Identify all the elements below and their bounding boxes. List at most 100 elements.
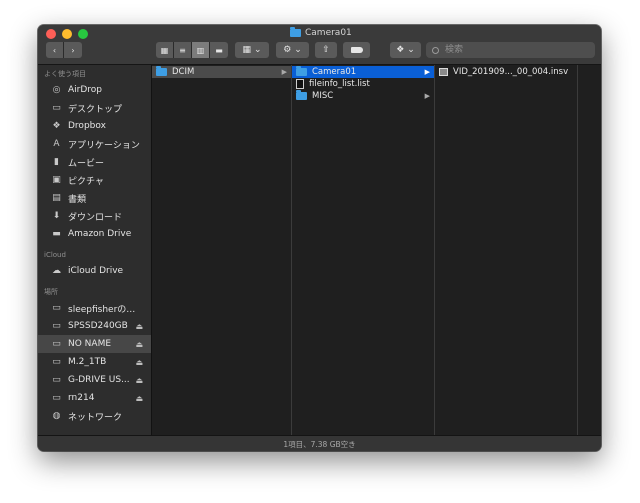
sidebar-item-macbook[interactable]: ▭ sleepfisherのMa... (38, 299, 151, 317)
action-button[interactable]: ⚙ ⌄ (276, 42, 309, 58)
sidebar-item-movies[interactable]: ▮ ムービー (38, 153, 151, 171)
share-icon: ⇧ (322, 45, 330, 55)
browser-column-2: Camera01 ▶ fileinfo_list.list MISC ▶ (292, 65, 435, 435)
gallery-icon: ▬ (215, 45, 223, 55)
title-bar: Camera01 ‹ › ▦ ≡ ▥ ▬ ▦ ⌄ ⚙ ⌄ ⇧ ❖ ⌄ (38, 25, 601, 65)
sidebar-item-desktop[interactable]: ▭ デスクトップ (38, 99, 151, 117)
window-title-text: Camera01 (305, 28, 352, 38)
list-item-camera01[interactable]: Camera01 ▶ (292, 66, 434, 78)
sidebar-item-m2-1tb[interactable]: ▭ M.2_1TB ⏏ (38, 353, 151, 371)
sidebar-item-amazon-drive[interactable]: ▬ Amazon Drive (38, 225, 151, 243)
view-mode-control: ▦ ≡ ▥ ▬ (156, 42, 228, 58)
list-item-misc[interactable]: MISC ▶ (292, 90, 434, 102)
sidebar-item-label: rn214 (68, 393, 95, 403)
folder-icon (156, 66, 167, 76)
search-field[interactable] (426, 42, 595, 58)
sidebar-item-label: デスクトップ (68, 104, 123, 115)
list-view-button[interactable]: ≡ (174, 42, 192, 58)
column-view-button[interactable]: ▥ (192, 42, 210, 58)
list-item-video[interactable]: VID_201909..._00_004.insv (435, 66, 577, 78)
sidebar-item-downloads[interactable]: ⬇ ダウンロード (38, 207, 151, 225)
sidebar-item-label: Dropbox (68, 121, 106, 131)
group-button[interactable]: ▦ ⌄ (235, 42, 269, 58)
browser-column-empty (578, 65, 601, 435)
airdrop-icon: ◎ (52, 85, 61, 95)
list-icon: ≡ (179, 45, 186, 55)
sidebar-item-label: アプリケーション (68, 140, 140, 151)
sidebar-item-spssd240gb[interactable]: ▭ SPSSD240GB ⏏ (38, 317, 151, 335)
sidebar-item-rn214[interactable]: ▭ rn214 ⏏ (38, 389, 151, 407)
list-item-dcim[interactable]: DCIM ▶ (152, 66, 291, 78)
chevron-right-icon: › (71, 45, 75, 55)
folder-icon (290, 27, 301, 37)
search-icon (432, 46, 439, 54)
status-bar: 1項目、7.38 GB空き (38, 435, 601, 451)
status-text: 1項目、7.38 GB空き (283, 439, 356, 449)
tag-icon (350, 47, 363, 53)
sidebar-item-dropbox[interactable]: ❖ Dropbox (38, 117, 151, 135)
sidebar-section-locations: 場所 (44, 288, 58, 296)
search-input[interactable] (443, 44, 587, 56)
sidebar-section-icloud: iCloud (44, 251, 66, 259)
sidebar-item-no-name[interactable]: ▭ NO NAME ⏏ (38, 335, 151, 353)
folder-icon (296, 90, 307, 100)
minimize-button[interactable] (62, 29, 72, 39)
sidebar-item-airdrop[interactable]: ◎ AirDrop (38, 81, 151, 99)
video-file-icon (439, 68, 448, 76)
sidebar-item-icloud-drive[interactable]: ☁ iCloud Drive (38, 262, 151, 280)
pictures-icon: ▣ (52, 175, 61, 185)
sidebar-item-label: M.2_1TB (68, 357, 107, 367)
forward-button[interactable]: › (64, 42, 82, 58)
sidebar-item-label: G-DRIVE US... (68, 375, 130, 385)
eject-icon[interactable]: ⏏ (135, 394, 143, 403)
eject-icon[interactable]: ⏏ (135, 376, 143, 385)
sidebar-item-label: sleepfisherのMa... (68, 304, 140, 315)
dropbox-icon: ❖ (52, 121, 61, 131)
item-name: fileinfo_list.list (309, 79, 370, 89)
sidebar-item-g-drive[interactable]: ▭ G-DRIVE US... ⏏ (38, 371, 151, 389)
sidebar-item-network[interactable]: ◍ ネットワーク (38, 407, 151, 425)
sidebar-item-label: AirDrop (68, 85, 103, 95)
sidebar-item-label: NO NAME (68, 339, 112, 349)
tags-button[interactable] (343, 42, 370, 58)
eject-icon[interactable]: ⏏ (135, 340, 143, 349)
documents-icon: ▤ (52, 193, 61, 203)
sidebar-item-applications[interactable]: A アプリケーション (38, 135, 151, 153)
desktop-icon: ▭ (52, 103, 61, 113)
sidebar-section-favorites: よく使う項目 (44, 70, 86, 78)
drive-icon: ▭ (52, 357, 61, 367)
dropbox-icon: ❖ (396, 45, 405, 55)
icon-view-button[interactable]: ▦ (156, 42, 174, 58)
sidebar-item-label: SPSSD240GB (68, 321, 128, 331)
share-button[interactable]: ⇧ (315, 42, 337, 58)
sidebar-item-pictures[interactable]: ▣ ピクチャ (38, 171, 151, 189)
group-grid-icon: ▦ (242, 45, 251, 55)
drive-icon: ▭ (52, 339, 61, 349)
finder-window: Camera01 ‹ › ▦ ≡ ▥ ▬ ▦ ⌄ ⚙ ⌄ ⇧ ❖ ⌄ 検索 よく… (38, 25, 601, 451)
close-button[interactable] (46, 29, 56, 39)
chevron-down-icon: ⌄ (407, 45, 415, 55)
gallery-view-button[interactable]: ▬ (210, 42, 228, 58)
network-icon: ◍ (52, 411, 61, 421)
sidebar-item-label: ムービー (68, 158, 105, 169)
nav-buttons: ‹ › (46, 42, 82, 58)
display-icon: ▭ (52, 393, 61, 403)
columns-icon: ▥ (196, 45, 205, 55)
item-name: VID_201909..._00_004.insv (453, 67, 569, 77)
laptop-icon: ▭ (52, 303, 61, 313)
sidebar: よく使う項目 ◎ AirDrop ▭ デスクトップ ❖ Dropbox A アプ… (38, 65, 152, 435)
sidebar-item-label: Amazon Drive (68, 229, 132, 239)
list-item-fileinfo[interactable]: fileinfo_list.list (292, 78, 434, 90)
back-button[interactable]: ‹ (46, 42, 64, 58)
dropbox-button[interactable]: ❖ ⌄ (390, 42, 421, 58)
sidebar-item-label: ピクチャ (68, 176, 104, 187)
document-icon (296, 79, 304, 89)
chevron-right-icon: ▶ (424, 92, 430, 100)
drive-icon: ▭ (52, 375, 61, 385)
sidebar-item-documents[interactable]: ▤ 書類 (38, 189, 151, 207)
eject-icon[interactable]: ⏏ (135, 358, 143, 367)
eject-icon[interactable]: ⏏ (135, 322, 143, 331)
zoom-button[interactable] (78, 29, 88, 39)
sidebar-item-label: 書類 (68, 194, 87, 205)
item-name: Camera01 (312, 67, 357, 77)
